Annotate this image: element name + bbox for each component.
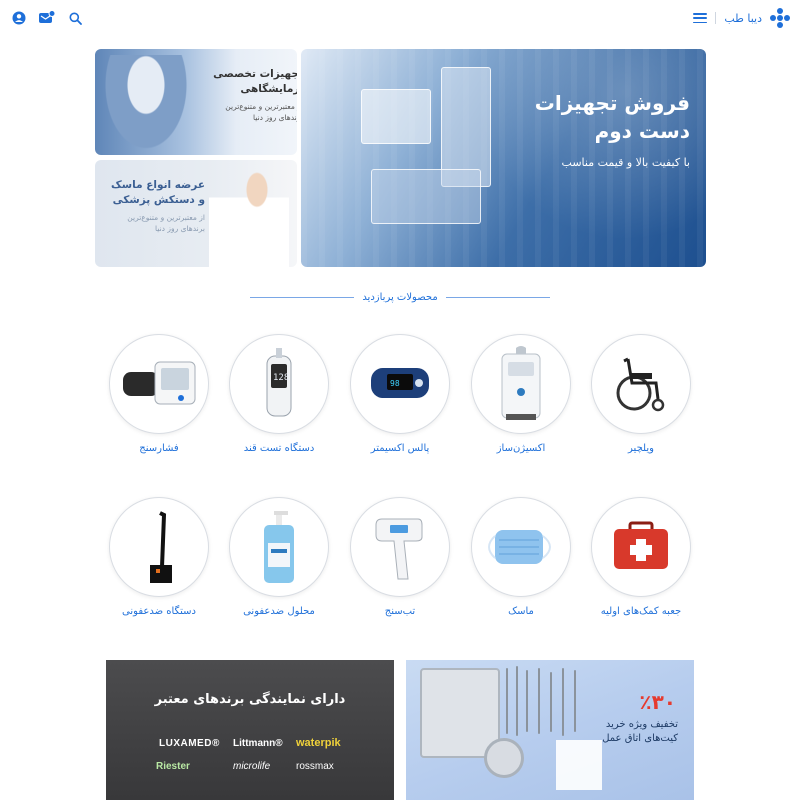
product-label: پالس اکسیمتر [370, 443, 430, 454]
lab-banner-subtitle: از معتبرترین و متنوع‌ترین برندهای روز دن… [225, 102, 297, 123]
product-label: محلول ضدعفونی [243, 606, 315, 617]
product-first-aid-kit[interactable]: جعبه کمک‌های اولیه [586, 497, 696, 617]
wheelchair-icon [591, 334, 691, 434]
pulse-oximeter-icon: 98 [350, 334, 450, 434]
svg-text:98: 98 [390, 379, 400, 388]
mask-banner-subtitle: از معتبرترین و متنوع‌ترین برندهای روز دن… [127, 213, 205, 234]
thermometer-icon [350, 497, 450, 597]
product-glucometer[interactable]: 128 دستگاه تست قند [224, 334, 334, 454]
mask-banner-title: عرضه انواع ماسک و دستکش پزشکی [111, 179, 205, 207]
instrument-image [538, 668, 540, 734]
product-thermometer[interactable]: تب‌سنج [345, 497, 455, 617]
hero-banner-used-equipment[interactable]: فروش تجهیزات دست دوم با کیفیت بالا و قیم… [301, 49, 706, 267]
brand-logo-rossmax: rossmax [296, 761, 334, 772]
lab-banner-title: تجهیزات تخصصی آزمایشگاهی [213, 68, 297, 96]
product-sanitizer-solution[interactable]: محلول ضدعفونی [224, 497, 334, 617]
section-title: محصولات پربازدید [362, 291, 438, 303]
product-label: دستگاه ضدعفونی [122, 606, 196, 617]
gauze-image [556, 740, 602, 790]
brands-banner[interactable]: دارای نمایندگی برندهای معتبر LUXAMED® Li… [106, 660, 394, 800]
section-heading: محصولات پربازدید [250, 290, 551, 304]
account-icon[interactable] [10, 9, 28, 27]
instrument-image [550, 672, 552, 732]
product-label: فشارسنج [139, 443, 179, 454]
product-blood-pressure-monitor[interactable]: فشارسنج [104, 334, 214, 454]
brands-title: دارای نمایندگی برندهای معتبر [154, 692, 346, 707]
oxygen-concentrator-icon [471, 334, 571, 434]
instrument-image [506, 668, 508, 734]
hero-title: فروش تجهیزات دست دوم [534, 91, 690, 143]
messages-icon[interactable] [38, 9, 56, 27]
nurse-image [209, 168, 289, 267]
discount-text: تخفیف ویژه خرید کیت‌های اتاق عمل [602, 719, 678, 744]
hero-subtitle: با کیفیت بالا و قیمت مناسب [561, 156, 690, 169]
product-pulse-oximeter[interactable]: 98 پالس اکسیمتر [345, 334, 455, 454]
sanitizer-stand-icon [109, 497, 209, 597]
product-mask[interactable]: ماسک [466, 497, 576, 617]
brand-logo-luxamed: LUXAMED® [159, 738, 220, 749]
product-label: اکسیژن‌ساز [496, 443, 546, 454]
surgery-kit-banner[interactable]: ٪۳۰ تخفیف ویژه خرید کیت‌های اتاق عمل [406, 660, 694, 800]
first-aid-kit-icon [591, 497, 691, 597]
banner-masks-gloves[interactable]: عرضه انواع ماسک و دستکش پزشکی از معتبرتر… [95, 160, 297, 267]
heading-line-left [250, 296, 355, 298]
blood-pressure-monitor-icon [109, 334, 209, 434]
instrument-image [526, 670, 528, 732]
banner-lab-equipment[interactable]: تجهیزات تخصصی آزمایشگاهی از معتبرترین و … [95, 49, 297, 155]
mask-icon [471, 497, 571, 597]
product-label: تب‌سنج [384, 606, 416, 617]
glucometer-icon: 128 [229, 334, 329, 434]
lab-scientist-image [101, 55, 191, 155]
logo-icon[interactable] [770, 8, 790, 28]
sanitizer-bottle-icon [229, 497, 329, 597]
bowl-image [484, 738, 524, 778]
product-oxygen-concentrator[interactable]: اکسیژن‌ساز [466, 334, 576, 454]
instrument-image [516, 666, 518, 736]
site-header: دیبا طب [0, 0, 800, 36]
instrument-image [574, 670, 576, 732]
brand-logo-riester: Riester [156, 761, 190, 772]
search-icon[interactable] [66, 9, 84, 27]
product-wheelchair[interactable]: ویلچیر [586, 334, 696, 454]
product-sanitizer-device[interactable]: دستگاه ضدعفونی [104, 497, 214, 617]
brand-logo-waterpik: waterpik [296, 737, 341, 749]
header-divider [715, 12, 717, 24]
heading-line-right [445, 296, 551, 298]
instrument-image [562, 668, 564, 736]
brand-logo-littmann: Littmann® [233, 738, 283, 749]
discount-percent: ٪۳۰ [639, 690, 676, 714]
brand-logo-microlife: microlife [233, 761, 271, 772]
product-label: ماسک [508, 606, 534, 617]
header-actions [10, 9, 84, 27]
ultrasound-image [371, 169, 481, 224]
product-label: ویلچیر [628, 443, 654, 454]
product-label: دستگاه تست قند [243, 443, 315, 454]
svg-text:128: 128 [273, 373, 289, 383]
menu-icon[interactable] [693, 13, 708, 23]
monitor-image [361, 89, 431, 144]
product-label: جعبه کمک‌های اولیه [600, 606, 682, 617]
brand-name[interactable]: دیبا طب [724, 12, 762, 25]
header-brand: دیبا طب [693, 8, 790, 28]
